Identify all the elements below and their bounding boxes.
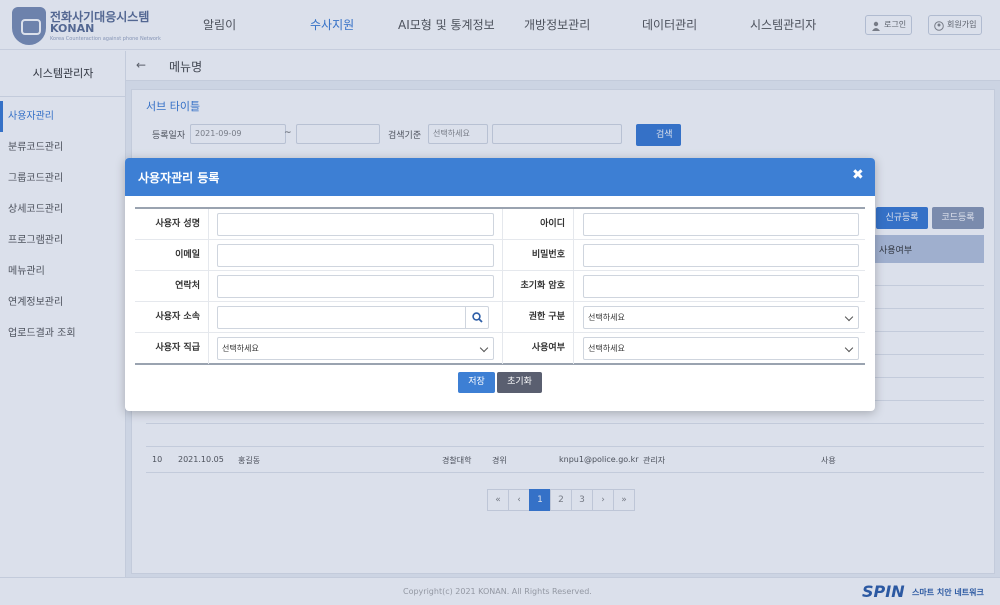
label-reset-password: 초기화 암호: [520, 281, 565, 291]
search-icon: [472, 312, 483, 323]
label-user-org: 사용자 소속: [155, 312, 200, 322]
label-user-rank: 사용자 직급: [155, 343, 200, 353]
rank-select-value: 선택하세요: [222, 344, 259, 353]
divider: [502, 271, 503, 302]
modal-title: 사용자관리 등록: [138, 171, 220, 185]
label-use: 사용여부: [531, 343, 565, 353]
user-rank-select[interactable]: 선택하세요: [217, 337, 494, 360]
close-icon[interactable]: ✖: [852, 167, 864, 183]
divider: [573, 209, 574, 240]
divider: [208, 271, 209, 302]
divider: [502, 333, 503, 364]
user-id-input[interactable]: [583, 213, 859, 236]
role-select-value: 선택하세요: [588, 313, 625, 322]
chevron-down-icon: [844, 343, 854, 353]
user-name-input[interactable]: [217, 213, 494, 236]
form-row: 사용자 성명 아이디: [135, 209, 865, 240]
divider: [573, 302, 574, 333]
org-search-button[interactable]: [465, 307, 488, 328]
divider: [573, 240, 574, 271]
divider: [208, 209, 209, 240]
divider: [502, 209, 503, 240]
user-form: 사용자 성명 아이디 이메일 비밀번호 연락처 초기화 암호 사용자 소속 권한…: [135, 207, 865, 365]
divider: [208, 333, 209, 364]
reset-button[interactable]: 초기화: [497, 372, 542, 393]
form-row: 사용자 직급 선택하세요 사용여부 선택하세요: [135, 333, 865, 364]
label-role: 권한 구분: [528, 312, 565, 322]
modal-header: 사용자관리 등록 ✖: [125, 158, 875, 196]
divider: [502, 240, 503, 271]
divider: [573, 333, 574, 364]
divider: [502, 302, 503, 333]
reset-password-input[interactable]: [583, 275, 859, 298]
label-phone: 연락처: [175, 281, 200, 291]
role-select[interactable]: 선택하세요: [583, 306, 859, 329]
divider: [573, 271, 574, 302]
phone-input[interactable]: [217, 275, 494, 298]
form-row: 사용자 소속 권한 구분 선택하세요: [135, 302, 865, 333]
divider: [208, 302, 209, 333]
label-email: 이메일: [175, 250, 200, 260]
chevron-down-icon: [844, 312, 854, 322]
password-input[interactable]: [583, 244, 859, 267]
use-select-value: 선택하세요: [588, 344, 625, 353]
label-user-name: 사용자 성명: [155, 219, 200, 229]
label-user-id: 아이디: [540, 219, 565, 229]
use-select[interactable]: 선택하세요: [583, 337, 859, 360]
form-row: 이메일 비밀번호: [135, 240, 865, 271]
chevron-down-icon: [479, 343, 489, 353]
user-register-modal: 사용자관리 등록 ✖ 사용자 성명 아이디 이메일 비밀번호 연락처 초기화 암…: [125, 158, 875, 411]
email-input[interactable]: [217, 244, 494, 267]
label-password: 비밀번호: [531, 250, 565, 260]
user-org-input[interactable]: [217, 306, 489, 329]
form-row: 연락처 초기화 암호: [135, 271, 865, 302]
divider: [208, 240, 209, 271]
save-button[interactable]: 저장: [458, 372, 495, 393]
